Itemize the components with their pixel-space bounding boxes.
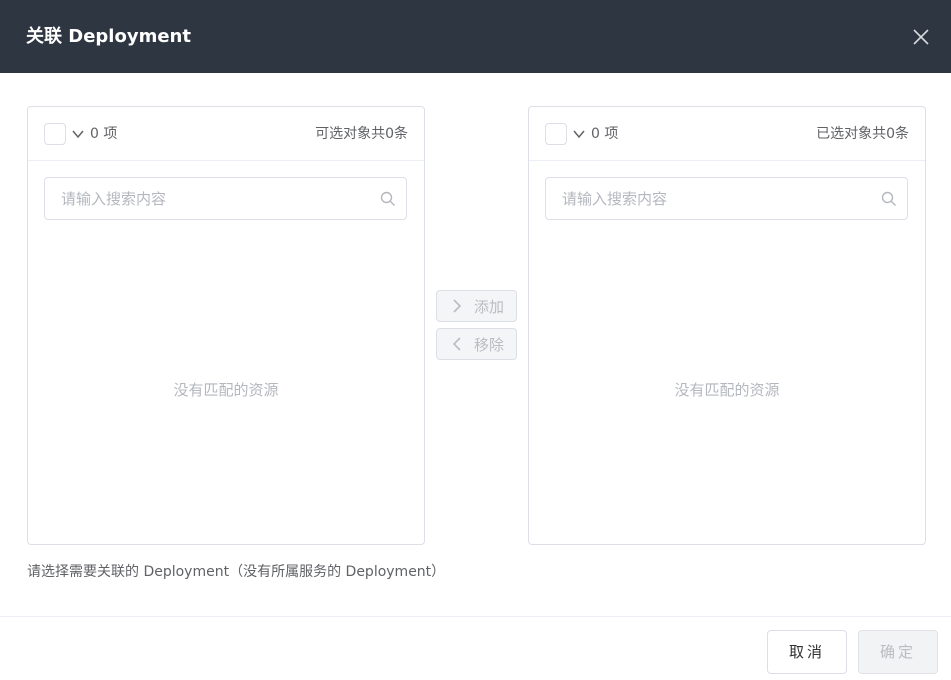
close-icon [913, 29, 929, 45]
target-search-input[interactable] [547, 179, 867, 218]
source-search-box [44, 177, 407, 220]
source-empty-text: 没有匹配的资源 [173, 381, 279, 399]
source-panel: 0 项 可选对象共0条 没有匹配的资源 [27, 106, 425, 545]
chevron-right-icon [453, 299, 462, 313]
add-button[interactable]: 添加 [436, 290, 517, 322]
target-panel-header: 0 项 已选对象共0条 [529, 107, 925, 161]
associate-deployment-dialog: 关联 Deployment 0 项 可选对象共0条 没有匹配的资源 [0, 0, 951, 680]
source-panel-header: 0 项 可选对象共0条 [28, 107, 424, 161]
remove-button-label: 移除 [474, 336, 505, 354]
source-select-all-checkbox[interactable] [44, 123, 66, 145]
search-icon [380, 191, 395, 206]
target-empty-text: 没有匹配的资源 [674, 381, 780, 399]
close-button[interactable] [906, 22, 936, 52]
hint-text: 请选择需要关联的 Deployment（没有所属服务的 Deployment） [27, 564, 446, 580]
source-total-label: 可选对象共0条 [315, 126, 408, 142]
confirm-button[interactable]: 确定 [858, 630, 938, 674]
add-button-label: 添加 [474, 298, 505, 316]
target-search-box [545, 177, 908, 220]
remove-button[interactable]: 移除 [436, 328, 517, 360]
chevron-down-icon[interactable] [572, 127, 586, 141]
target-select-all-checkbox[interactable] [545, 123, 567, 145]
search-icon [881, 191, 896, 206]
dialog-header: 关联 Deployment [0, 0, 951, 73]
chevron-down-icon[interactable] [71, 127, 85, 141]
source-search-input[interactable] [46, 179, 366, 218]
target-panel: 0 项 已选对象共0条 没有匹配的资源 [528, 106, 926, 545]
footer-divider [0, 616, 951, 617]
dialog-title: 关联 Deployment [26, 26, 191, 47]
target-selected-count: 0 项 [591, 126, 619, 142]
cancel-button[interactable]: 取消 [767, 630, 847, 674]
source-selected-count: 0 项 [90, 126, 118, 142]
target-total-label: 已选对象共0条 [816, 126, 909, 142]
chevron-left-icon [452, 337, 461, 351]
